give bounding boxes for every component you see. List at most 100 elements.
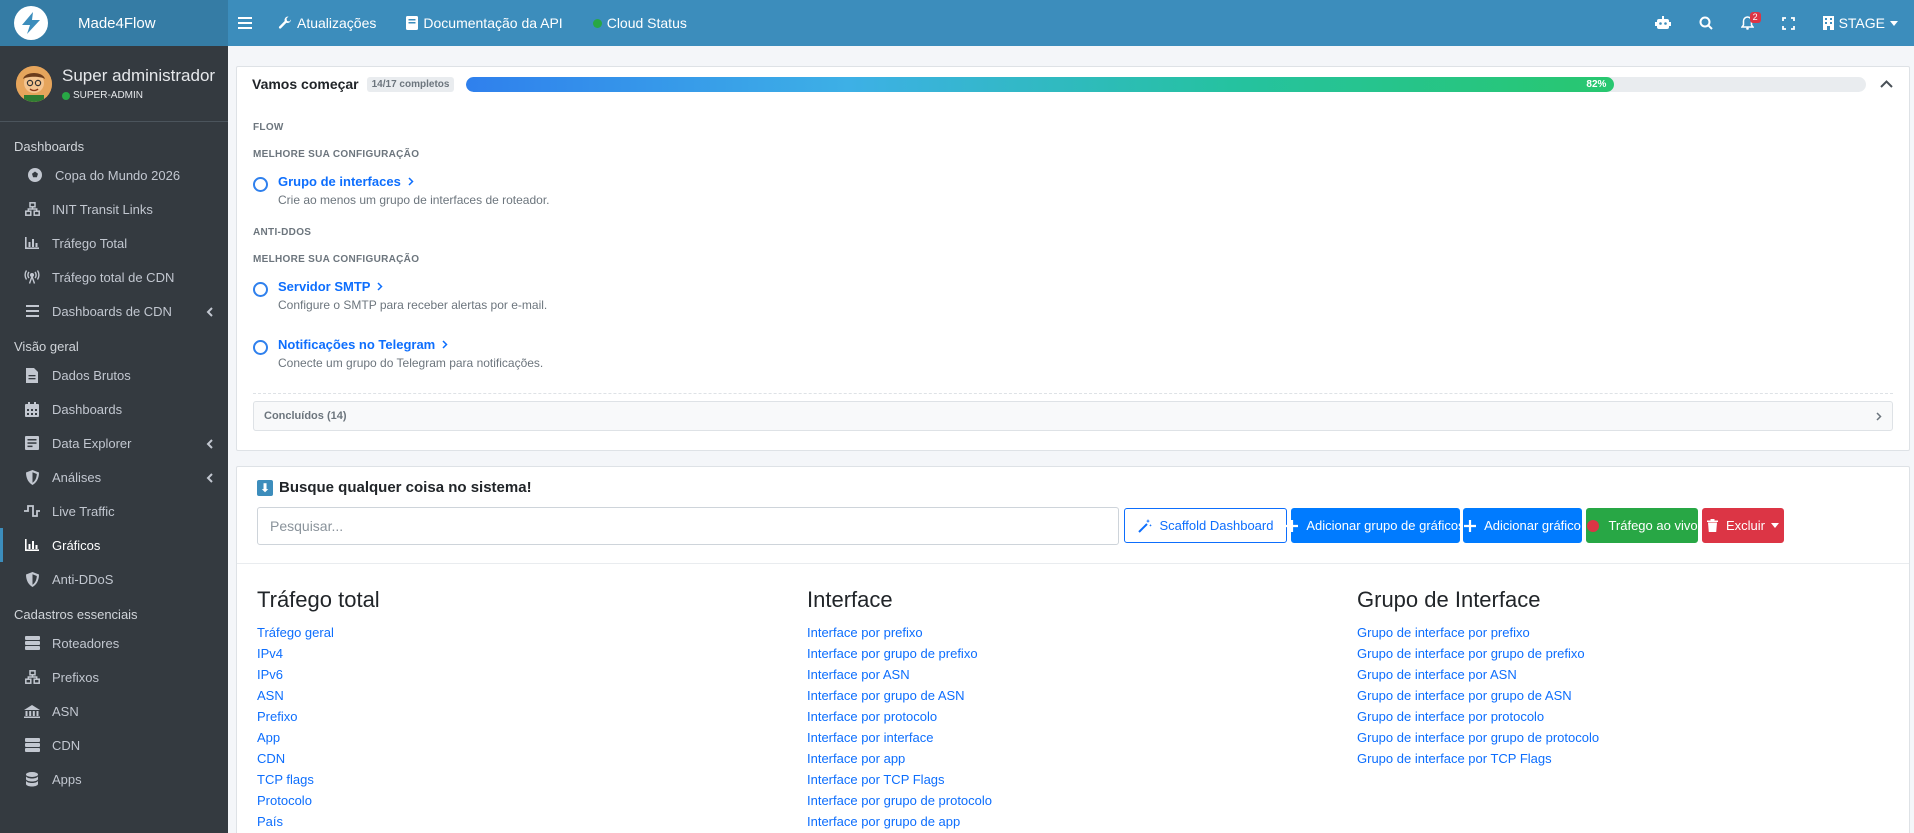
chart-link[interactable]: Interface por grupo de app [807, 811, 992, 832]
bar-chart-icon [23, 234, 41, 252]
chart-link[interactable]: Grupo de interface por protocolo [1357, 706, 1599, 727]
chart-link[interactable]: Interface por interface [807, 727, 992, 748]
sidebar-item-trafego-total-cdn[interactable]: Tráfego total de CDN [0, 260, 228, 294]
sidebar-section-overview: Visão geral [14, 339, 79, 354]
sidebar-item-apps[interactable]: Apps [0, 762, 228, 796]
chart-link[interactable]: Grupo de interface por grupo de prefixo [1357, 643, 1599, 664]
nav-cloud-status[interactable]: Cloud Status [592, 15, 687, 31]
user-panel[interactable]: Super administrador SUPER-ADMIN [0, 46, 228, 122]
chart-link[interactable]: Grupo de interface por prefixo [1357, 622, 1599, 643]
magic-wand-icon [1137, 518, 1152, 533]
server-icon [23, 736, 41, 754]
sidebar-item-dashboards[interactable]: Dashboards [0, 392, 228, 426]
task-title-link[interactable]: Grupo de interfaces [278, 174, 550, 189]
chevron-right-icon [408, 174, 414, 189]
chart-column-total-traffic: Tráfego total Tráfego geral IPv4 IPv6 AS… [257, 587, 380, 832]
scaffold-dashboard-label: Scaffold Dashboard [1159, 518, 1274, 533]
document-icon [23, 434, 41, 452]
sidebar-item-live-traffic[interactable]: Live Traffic [0, 494, 228, 528]
robot-icon [1654, 16, 1671, 29]
add-chart-group-button[interactable]: Adicionar grupo de gráficos [1286, 508, 1465, 543]
sidebar-item-dashboards-cdn[interactable]: Dashboards de CDN [0, 294, 228, 328]
robot-button[interactable] [1654, 16, 1671, 30]
nav-api-docs[interactable]: Documentação da API [406, 15, 563, 31]
search-input[interactable] [257, 507, 1119, 545]
search-button[interactable] [1699, 16, 1713, 30]
collapse-button[interactable] [1880, 80, 1894, 88]
chevron-right-icon [377, 279, 384, 294]
chart-link[interactable]: Protocolo [257, 790, 380, 811]
chart-link[interactable]: App [257, 727, 380, 748]
task-item[interactable]: Servidor SMTP Configure o SMTP para rece… [253, 279, 547, 312]
sidebar-item-graficos[interactable]: Gráficos [0, 528, 228, 562]
sidebar-item-label: Análises [52, 469, 102, 485]
list-icon [23, 302, 41, 320]
task-item[interactable]: Grupo de interfaces Crie ao menos um gru… [253, 174, 550, 207]
chart-link[interactable]: TCP flags [257, 769, 380, 790]
chevron-right-icon [442, 337, 448, 352]
sidebar-item-dados-brutos[interactable]: Dados Brutos [0, 358, 228, 392]
group-name-flow: FLOW [253, 122, 284, 133]
file-icon [23, 366, 41, 384]
chart-link[interactable]: Grupo de interface por ASN [1357, 664, 1599, 685]
sidebar-item-data-explorer[interactable]: Data Explorer [0, 426, 228, 460]
sidebar-item-anti-ddos[interactable]: Anti-DDoS [0, 562, 228, 596]
environment-dropdown[interactable]: STAGE [1822, 15, 1898, 31]
sidebar-toggle-button[interactable] [238, 17, 252, 29]
avatar [16, 65, 52, 102]
task-title-link[interactable]: Servidor SMTP [278, 279, 547, 294]
sidebar-item-asn[interactable]: ASN [0, 694, 228, 728]
sidebar-item-label: Data Explorer [52, 435, 132, 451]
pulse-icon [23, 502, 41, 520]
chart-link[interactable]: Interface por prefixo [807, 622, 992, 643]
chart-link[interactable]: IPv4 [257, 643, 380, 664]
chart-link[interactable]: Interface por protocolo [807, 706, 992, 727]
sidebar: Super administrador SUPER-ADMIN Dashboar… [0, 46, 228, 833]
chart-link[interactable]: Grupo de interface por TCP Flags [1357, 748, 1599, 769]
chart-link[interactable]: ASN [257, 685, 380, 706]
notifications-button[interactable]: 2 [1740, 12, 1761, 30]
chart-link[interactable]: Prefixo [257, 706, 380, 727]
user-role-label: SUPER-ADMIN [73, 90, 144, 101]
nav-api-docs-label: Documentação da API [423, 15, 563, 31]
completed-tasks-toggle[interactable]: Concluídos (14) [253, 401, 1893, 431]
database-icon [23, 770, 41, 788]
live-traffic-button[interactable]: Tráfego ao vivo [1586, 508, 1698, 543]
chart-link[interactable]: Interface por TCP Flags [807, 769, 992, 790]
online-dot-icon [62, 91, 70, 100]
chart-link[interactable]: Grupo de interface por grupo de ASN [1357, 685, 1599, 706]
add-chart-button[interactable]: Adicionar gráfico [1463, 508, 1582, 543]
chart-link[interactable]: País [257, 811, 380, 832]
sidebar-item-roteadores[interactable]: Roteadores [0, 626, 228, 660]
sidebar-item-label: Roteadores [52, 635, 120, 651]
chart-link[interactable]: CDN [257, 748, 380, 769]
chart-link[interactable]: Grupo de interface por grupo de protocol… [1357, 727, 1599, 748]
chart-link[interactable]: Interface por app [807, 748, 992, 769]
task-title: Servidor SMTP [278, 279, 371, 294]
status-dot-icon [592, 18, 602, 28]
hamburger-icon [238, 17, 252, 29]
sidebar-item-prefixos[interactable]: Prefixos [0, 660, 228, 694]
delete-button[interactable]: Excluir [1702, 508, 1784, 543]
environment-label: STAGE [1838, 15, 1885, 31]
sidebar-item-trafego-total[interactable]: Tráfego Total [0, 226, 228, 260]
live-traffic-label: Tráfego ao vivo [1608, 518, 1698, 533]
brand[interactable]: Made4Flow [0, 0, 228, 46]
sidebar-item-init-transit-links[interactable]: INIT Transit Links [0, 192, 228, 226]
sidebar-item-label: Gráficos [52, 537, 101, 553]
chart-link[interactable]: Interface por grupo de ASN [807, 685, 992, 706]
task-item[interactable]: Notificações no Telegram Conecte um grup… [253, 337, 543, 370]
sidebar-item-cdn[interactable]: CDN [0, 728, 228, 762]
nav-updates[interactable]: Atualizações [278, 15, 376, 31]
chart-link[interactable]: Interface por ASN [807, 664, 992, 685]
scaffold-dashboard-button[interactable]: Scaffold Dashboard [1124, 508, 1287, 543]
task-title-link[interactable]: Notificações no Telegram [278, 337, 543, 352]
chart-link[interactable]: Interface por grupo de prefixo [807, 643, 992, 664]
sidebar-item-copa-do-mundo[interactable]: Copa do Mundo 2026 [0, 158, 228, 192]
caret-down-icon [1771, 523, 1779, 528]
chart-link[interactable]: Interface por grupo de protocolo [807, 790, 992, 811]
chart-link[interactable]: Tráfego geral [257, 622, 380, 643]
fullscreen-button[interactable] [1781, 16, 1795, 30]
chart-link[interactable]: IPv6 [257, 664, 380, 685]
sidebar-item-analises[interactable]: Análises [0, 460, 228, 494]
